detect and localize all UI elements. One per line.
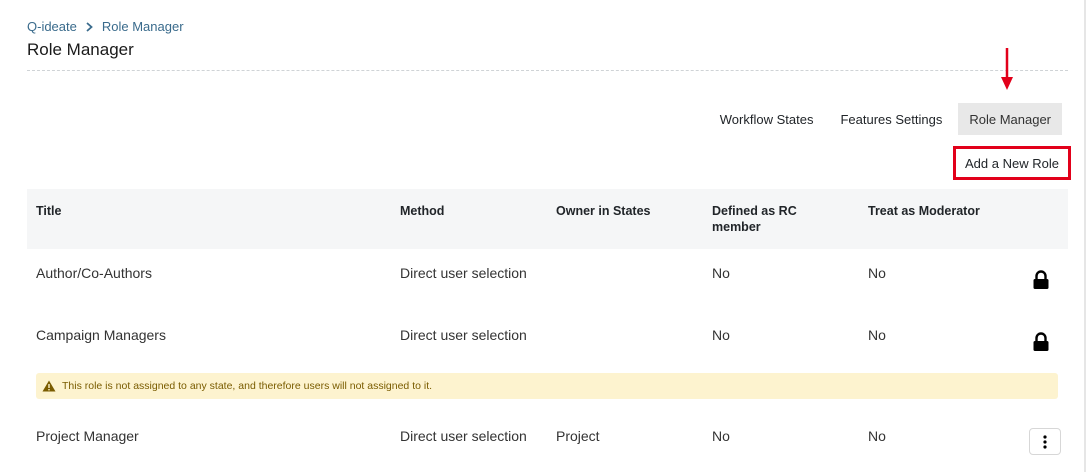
- row-moderator: No: [868, 265, 886, 281]
- settings-tabs: Workflow States Features Settings Role M…: [704, 103, 1062, 135]
- add-new-role-button[interactable]: Add a New Role: [953, 146, 1071, 180]
- row-rc-member: No: [712, 265, 730, 281]
- tab-features-settings[interactable]: Features Settings: [829, 103, 953, 135]
- unassigned-role-warning: This role is not assigned to any state, …: [36, 373, 1058, 399]
- row-title: Campaign Managers: [36, 327, 166, 343]
- page-title: Role Manager: [27, 40, 134, 59]
- breadcrumb: Q-ideate Role Manager: [27, 19, 184, 34]
- row-rc-member: No: [712, 428, 730, 444]
- column-header-rc-member: Defined as RC member: [712, 204, 797, 234]
- column-header-moderator: Treat as Moderator: [868, 204, 980, 218]
- chevron-right-icon: [86, 21, 93, 32]
- table-row: Author/Co-Authors Direct user selection …: [27, 262, 1068, 312]
- column-header-owner: Owner in States: [556, 204, 651, 218]
- row-rc-member: No: [712, 327, 730, 343]
- lock-icon: [1033, 270, 1049, 289]
- row-owner: Project: [556, 428, 600, 444]
- table-row: Project Manager Direct user selection Pr…: [27, 425, 1068, 472]
- row-method: Direct user selection: [400, 428, 527, 444]
- column-header-method: Method: [400, 204, 445, 218]
- warning-text: This role is not assigned to any state, …: [62, 380, 433, 392]
- row-method: Direct user selection: [400, 265, 527, 281]
- column-header-title: Title: [36, 204, 62, 218]
- warning-icon: [42, 380, 56, 392]
- row-title: Author/Co-Authors: [36, 265, 152, 281]
- table-row: Campaign Managers Direct user selection …: [27, 324, 1068, 374]
- header-divider: [27, 70, 1068, 71]
- role-manager-page: Q-ideate Role Manager Role Manager Workf…: [0, 0, 1086, 472]
- annotation-arrow-icon: [1001, 48, 1013, 90]
- tab-role-manager[interactable]: Role Manager: [958, 103, 1062, 135]
- row-moderator: No: [868, 428, 886, 444]
- lock-icon: [1033, 332, 1049, 351]
- kebab-menu-icon: [1043, 434, 1047, 449]
- breadcrumb-root-link[interactable]: Q-ideate: [27, 19, 77, 34]
- breadcrumb-current[interactable]: Role Manager: [102, 19, 184, 34]
- row-title: Project Manager: [36, 428, 139, 444]
- row-actions-button[interactable]: [1029, 428, 1061, 455]
- row-moderator: No: [868, 327, 886, 343]
- table-header: Title Method Owner in States Defined as …: [27, 189, 1068, 249]
- tab-workflow-states[interactable]: Workflow States: [709, 103, 825, 135]
- row-method: Direct user selection: [400, 327, 527, 343]
